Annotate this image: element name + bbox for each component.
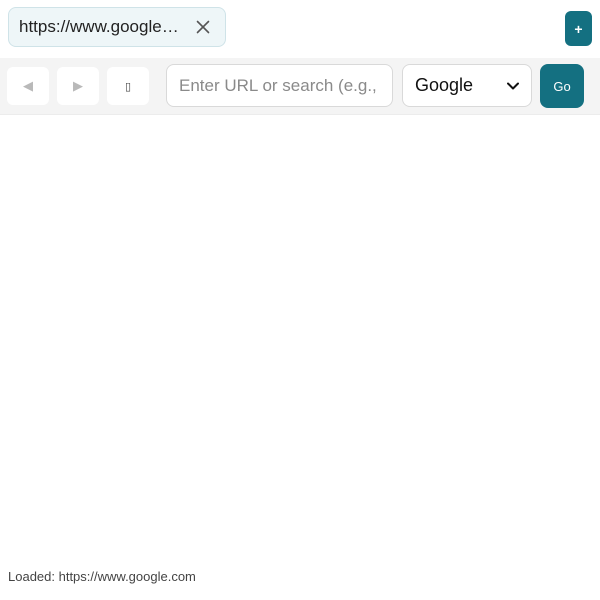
page-content[interactable] bbox=[0, 115, 600, 560]
new-tab-button[interactable]: + bbox=[565, 11, 592, 46]
back-icon: ◀ bbox=[23, 78, 33, 93]
status-text: Loaded: https://www.google.com bbox=[8, 569, 196, 584]
close-icon[interactable] bbox=[191, 15, 215, 39]
back-button[interactable]: ◀ bbox=[7, 67, 49, 105]
chevron-down-icon bbox=[507, 80, 519, 92]
search-engine-value: Google bbox=[415, 75, 474, 95]
forward-button[interactable]: ▶ bbox=[57, 67, 99, 105]
reload-icon: ▯ bbox=[124, 80, 132, 93]
reload-button[interactable]: ▯ bbox=[107, 67, 149, 105]
browser-app: https://www.google.com + ◀ ▶ ▯ Google bbox=[0, 0, 600, 600]
url-input[interactable] bbox=[166, 64, 393, 107]
go-button[interactable]: Go bbox=[540, 64, 584, 108]
search-engine-select[interactable]: Google bbox=[402, 64, 532, 107]
tab-title: https://www.google.com bbox=[19, 17, 183, 36]
tab-strip: https://www.google.com + bbox=[0, 0, 600, 58]
toolbar: ◀ ▶ ▯ Google Go bbox=[0, 58, 600, 115]
forward-icon: ▶ bbox=[73, 78, 83, 93]
tab-active[interactable]: https://www.google.com bbox=[8, 7, 226, 47]
